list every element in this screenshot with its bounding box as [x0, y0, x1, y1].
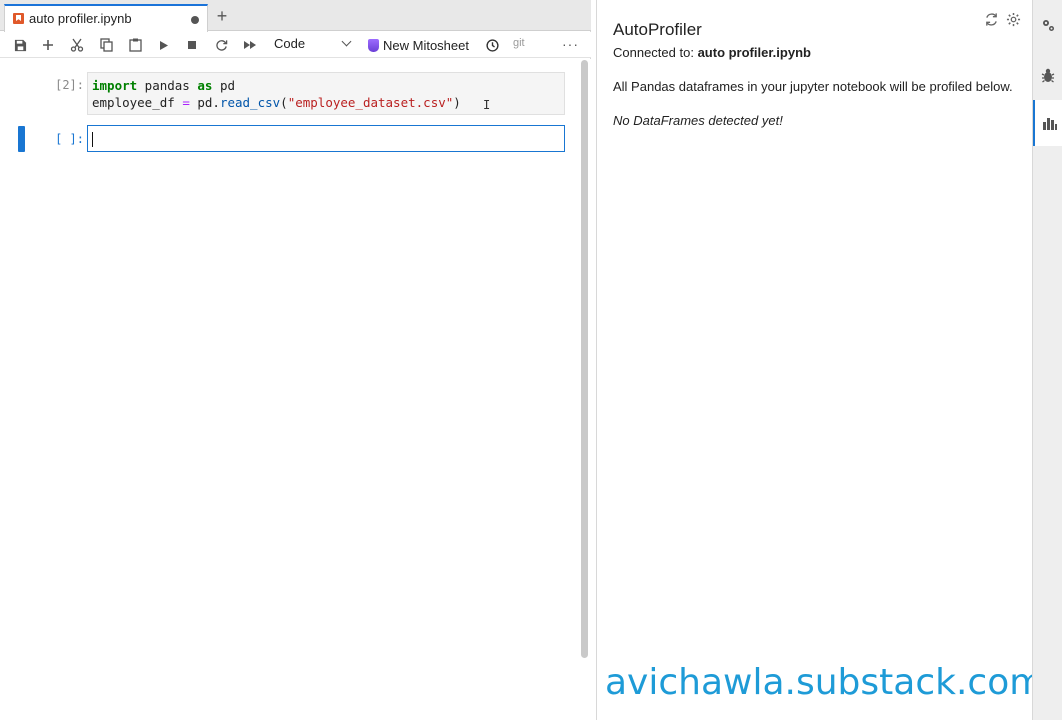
empty-state-message: No DataFrames detected yet! [613, 113, 783, 128]
copy-icon [99, 38, 113, 52]
text-cursor [92, 132, 93, 147]
debugger-tab[interactable] [1033, 52, 1062, 98]
right-sidebar [1032, 0, 1062, 720]
mouse-ibeam-cursor-icon: I [483, 98, 491, 112]
paste-button[interactable] [126, 36, 144, 54]
chevron-down-icon [341, 36, 352, 47]
fast-forward-icon [244, 41, 256, 49]
connected-notebook: auto profiler.ipynb [697, 45, 811, 60]
property-inspector-tab[interactable] [1033, 2, 1062, 48]
history-button[interactable] [483, 36, 501, 54]
gears-icon [1043, 20, 1054, 31]
code-line: employee_df = pd.read_csv("employee_data… [92, 95, 461, 110]
watermark-text: avichawla.substack.com [605, 662, 1045, 703]
cell-type-value: Code [274, 36, 306, 51]
copy-button[interactable] [97, 36, 115, 54]
notebook-scrollbar[interactable] [581, 60, 588, 658]
autoprofiler-tab[interactable] [1033, 100, 1062, 146]
new-tab-button[interactable]: + [212, 7, 232, 27]
notebook-body: [2]: import pandas as pd employee_df = p… [0, 59, 591, 720]
cell-prompt: [ ]: [55, 132, 84, 146]
cell-type-select[interactable]: Code [274, 36, 354, 54]
git-label[interactable]: git [513, 37, 525, 49]
autoprofiler-panel: AutoProfiler Connected to: auto profiler… [596, 0, 1044, 720]
refresh-icon [985, 13, 997, 26]
clipboard-icon [128, 38, 142, 52]
clock-icon [485, 38, 499, 52]
settings-button[interactable] [1005, 12, 1021, 28]
new-mitosheet-button[interactable]: New Mitosheet [368, 36, 469, 54]
notebook-tab[interactable]: auto profiler.ipynb [4, 4, 208, 32]
notebook-panel: auto profiler.ipynb + Code New Mitosheet… [0, 0, 591, 720]
panel-title: AutoProfiler [613, 20, 702, 39]
bar-chart-icon [1042, 118, 1057, 130]
tab-bar: auto profiler.ipynb + [0, 0, 591, 32]
notebook-toolbar: Code New Mitosheet git ··· [0, 32, 591, 58]
mito-logo-icon [368, 38, 379, 52]
connected-prefix: Connected to: [613, 45, 698, 60]
plus-icon [43, 40, 53, 50]
gear-icon [1006, 12, 1020, 27]
refresh-icon [215, 39, 227, 51]
more-options-button[interactable]: ··· [562, 36, 579, 52]
tab-label: auto profiler.ipynb [29, 11, 132, 26]
active-cell-indicator [18, 126, 25, 152]
insert-cell-button[interactable] [39, 36, 57, 54]
refresh-button[interactable] [983, 12, 999, 28]
interrupt-kernel-button[interactable] [183, 36, 201, 54]
run-cell-button[interactable] [155, 36, 173, 54]
restart-kernel-button[interactable] [212, 36, 230, 54]
cell-editor[interactable]: import pandas as pd employee_df = pd.rea… [87, 72, 565, 115]
scissors-icon [70, 38, 84, 52]
restart-run-all-button[interactable] [241, 36, 259, 54]
cut-button[interactable] [68, 36, 86, 54]
code-line: import pandas as pd [92, 78, 236, 93]
bug-icon [1041, 68, 1055, 83]
new-mitosheet-label: New Mitosheet [383, 37, 469, 53]
cell-prompt: [2]: [55, 78, 84, 92]
stop-icon [188, 41, 196, 49]
unsaved-dot-icon[interactable] [191, 16, 199, 24]
connection-status: Connected to: auto profiler.ipynb [613, 45, 811, 60]
save-icon [14, 39, 26, 51]
panel-description: All Pandas dataframes in your jupyter no… [613, 79, 1013, 94]
cell-editor[interactable] [87, 125, 565, 152]
notebook-icon [13, 13, 24, 24]
save-button[interactable] [11, 36, 29, 54]
play-icon [160, 40, 168, 50]
